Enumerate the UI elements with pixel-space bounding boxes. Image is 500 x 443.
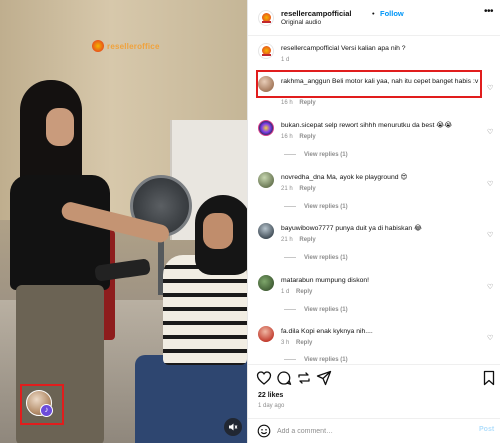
- post-caption: resellercampofficial Versi kalian apa ni…: [248, 43, 500, 67]
- caption-body: Versi kalian apa nih ?: [340, 45, 406, 52]
- reply-button[interactable]: Reply: [299, 186, 315, 192]
- highlight-box-avatar: [20, 384, 64, 425]
- heart-icon[interactable]: [256, 370, 272, 386]
- post-media[interactable]: reselleroffice ♪: [0, 0, 247, 443]
- author-username[interactable]: resellercampofficial: [281, 9, 351, 18]
- comment-username[interactable]: bukan.sicepat: [281, 122, 323, 129]
- comment-body: mumpung diskon!: [315, 277, 370, 284]
- view-replies-button[interactable]: View replies (1): [284, 152, 348, 158]
- post-comment-button[interactable]: Post: [479, 426, 494, 433]
- speaker-muted-icon[interactable]: [224, 418, 242, 436]
- comment-username[interactable]: matarabun: [281, 277, 314, 284]
- audio-label[interactable]: Original audio: [281, 19, 321, 26]
- comment-item: bayuwibowo7777 punya duit ya di habiskan…: [248, 223, 500, 271]
- comment-meta: 3 h Reply: [281, 340, 312, 346]
- comment-time: 1 d: [281, 289, 290, 295]
- comment-item: fa.dila Kopi enak kyknya nih.... 3 h Rep…: [248, 326, 500, 366]
- like-comment-heart-icon[interactable]: ♡: [487, 231, 493, 239]
- comment-body: selp rewort sihhh menurutku da best 😭😭: [324, 122, 453, 129]
- like-comment-heart-icon[interactable]: ♡: [487, 180, 493, 188]
- comment-item: matarabun mumpung diskon! 1 d Reply ♡ Vi…: [248, 275, 500, 323]
- post-actions: 22 likes 1 day ago: [248, 364, 500, 416]
- comment-time: 3 h: [281, 340, 290, 346]
- reply-button[interactable]: Reply: [299, 237, 315, 243]
- reply-button[interactable]: Reply: [296, 340, 312, 346]
- follow-button[interactable]: Follow: [380, 9, 404, 18]
- watermark-text: reselleroffice: [107, 41, 160, 51]
- like-comment-heart-icon[interactable]: ♡: [487, 84, 493, 92]
- more-options-icon[interactable]: •••: [484, 6, 494, 17]
- commenter-avatar[interactable]: [258, 275, 274, 291]
- bookmark-icon[interactable]: [481, 370, 497, 386]
- commenter-avatar[interactable]: [258, 172, 274, 188]
- watermark-logo-icon: [92, 40, 104, 52]
- comment-body: Kopi enak kyknya nih....: [301, 328, 373, 335]
- commenter-avatar[interactable]: [258, 223, 274, 239]
- comment-icon[interactable]: [276, 370, 292, 386]
- post-date: 1 day ago: [258, 403, 285, 409]
- like-comment-heart-icon[interactable]: ♡: [487, 283, 493, 291]
- comment-item: bukan.sicepat selp rewort sihhh menurutk…: [248, 120, 500, 168]
- post-side-panel: resellercampofficial • Follow Original a…: [247, 0, 500, 443]
- likes-count[interactable]: 22 likes: [258, 392, 283, 399]
- comment-input[interactable]: [277, 424, 457, 438]
- media-seated-person: [135, 195, 247, 443]
- reply-button[interactable]: Reply: [299, 134, 315, 140]
- comment-meta: 16 h Reply: [281, 134, 316, 140]
- media-watermark: reselleroffice: [92, 40, 160, 52]
- comment-text: bukan.sicepat selp rewort sihhh menurutk…: [281, 121, 481, 130]
- comment-username[interactable]: bayuwibowo7777: [281, 225, 334, 232]
- caption-author-avatar[interactable]: [258, 43, 274, 59]
- caption-username[interactable]: resellercampofficial: [281, 45, 339, 52]
- caption-meta: 1 d: [281, 57, 289, 63]
- author-avatar[interactable]: [258, 10, 274, 26]
- comment-username[interactable]: novredha_dna: [281, 174, 324, 181]
- comment-body: Ma, ayok ke playground 😍: [326, 174, 408, 181]
- like-comment-heart-icon[interactable]: ♡: [487, 334, 493, 342]
- caption-time: 1 d: [281, 57, 290, 63]
- comment-body: punya duit ya di habiskan 😂: [335, 225, 422, 232]
- share-icon[interactable]: [316, 370, 332, 386]
- post-header: resellercampofficial • Follow Original a…: [248, 0, 500, 36]
- comment-text: novredha_dna Ma, ayok ke playground 😍: [281, 173, 481, 182]
- caption-text: resellercampofficial Versi kalian apa ni…: [281, 44, 481, 53]
- reply-button[interactable]: Reply: [296, 289, 312, 295]
- comment-meta: 21 h Reply: [281, 237, 316, 243]
- comment-text: matarabun mumpung diskon!: [281, 276, 481, 285]
- commenter-avatar[interactable]: [258, 120, 274, 136]
- comment-text: bayuwibowo7777 punya duit ya di habiskan…: [281, 224, 481, 233]
- view-replies-button[interactable]: View replies (1): [284, 307, 348, 313]
- comment-meta: 1 d Reply: [281, 289, 312, 295]
- comment-time: 16 h: [281, 134, 293, 140]
- like-comment-heart-icon[interactable]: ♡: [487, 128, 493, 136]
- comment-item: novredha_dna Ma, ayok ke playground 😍 21…: [248, 172, 500, 220]
- highlight-box-comment: [256, 70, 482, 98]
- view-replies-button[interactable]: View replies (1): [284, 204, 348, 210]
- repost-icon[interactable]: [296, 370, 312, 386]
- view-replies-button[interactable]: View replies (1): [284, 357, 348, 363]
- header-separator: •: [372, 9, 375, 18]
- reply-button[interactable]: Reply: [299, 100, 315, 106]
- comment-time: 21 h: [281, 237, 293, 243]
- comment-meta: 16 h Reply: [281, 100, 316, 106]
- comment-time: 16 h: [281, 100, 293, 106]
- comment-time: 21 h: [281, 186, 293, 192]
- comment-meta: 21 h Reply: [281, 186, 316, 192]
- emoji-icon[interactable]: [257, 424, 271, 438]
- comment-text: fa.dila Kopi enak kyknya nih....: [281, 327, 481, 336]
- add-comment-bar: Post: [248, 418, 500, 443]
- view-replies-button[interactable]: View replies (1): [284, 255, 348, 261]
- commenter-avatar[interactable]: [258, 326, 274, 342]
- comment-username[interactable]: fa.dila: [281, 328, 299, 335]
